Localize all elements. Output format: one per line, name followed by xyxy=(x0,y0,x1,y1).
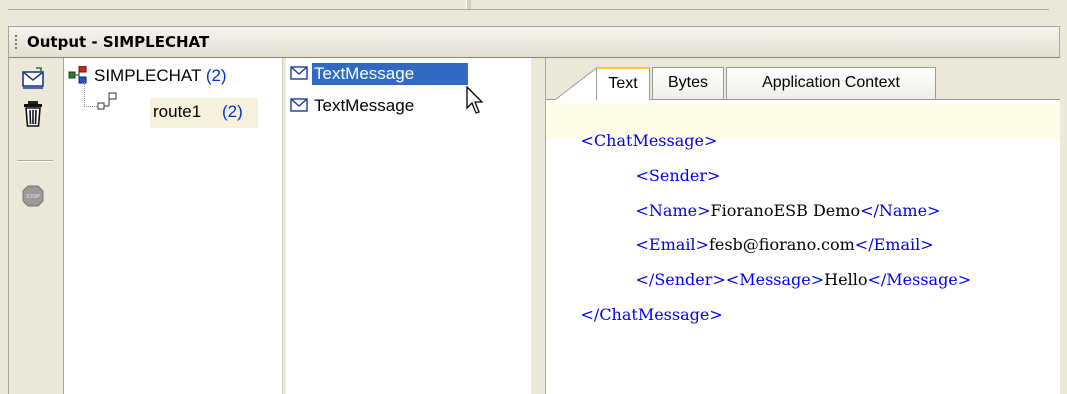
envelope-icon xyxy=(290,97,308,113)
toolbar-separator xyxy=(17,160,53,162)
envelope-icon xyxy=(290,65,308,81)
message-list: TextMessage TextMessage xyxy=(286,58,531,394)
tab-application-context[interactable]: Application Context xyxy=(726,67,936,99)
stop-icon[interactable]: STOP xyxy=(21,184,45,208)
tree-child-label: route1 xyxy=(153,102,202,121)
xml-tag: <Message> xyxy=(725,270,825,289)
top-divider xyxy=(8,9,1049,10)
xml-viewer[interactable]: <ChatMessage> <Sender> <Name>FioranoESB … xyxy=(546,100,1060,394)
mouse-cursor-icon xyxy=(466,85,486,120)
message-content-pane: Text Bytes Application Context <ChatMess… xyxy=(546,58,1060,394)
message-list-item[interactable]: TextMessage xyxy=(286,60,531,90)
tab-text[interactable]: Text xyxy=(596,67,650,101)
application-node-icon xyxy=(68,65,88,88)
tree-root-count: (2) xyxy=(205,66,227,85)
message-list-item[interactable]: TextMessage xyxy=(286,92,531,122)
xml-text: Hello xyxy=(824,270,868,289)
top-strip xyxy=(0,0,1067,24)
send-message-icon[interactable] xyxy=(21,66,45,90)
tree-connector xyxy=(84,82,85,107)
message-label: TextMessage xyxy=(312,63,468,85)
window-title: Output - SIMPLECHAT xyxy=(27,33,210,51)
xml-tag: </Message> xyxy=(867,270,972,289)
splitter-handle[interactable] xyxy=(466,0,471,9)
tree-child-item[interactable]: route1 (2) xyxy=(150,98,258,128)
output-title-bar[interactable]: Output - SIMPLECHAT xyxy=(8,26,1060,58)
vertical-toolbar: STOP xyxy=(9,58,64,394)
tree-child-count: (2) xyxy=(222,102,243,121)
drag-grip-icon[interactable] xyxy=(15,35,17,51)
trash-icon[interactable] xyxy=(21,100,45,127)
tree-root-item[interactable]: SIMPLECHAT (2) xyxy=(94,66,227,86)
message-label: TextMessage xyxy=(314,96,415,115)
pane-splitter[interactable] xyxy=(531,58,546,394)
tab-bytes[interactable]: Bytes xyxy=(652,67,724,99)
tree-root-label: SIMPLECHAT xyxy=(94,66,202,85)
svg-text:STOP: STOP xyxy=(26,194,40,200)
tab-strip: Text Bytes Application Context xyxy=(546,58,1060,101)
xml-tag: </ChatMessage> xyxy=(580,305,723,324)
xml-line-6: </ChatMessage> xyxy=(550,286,723,343)
route-node-icon xyxy=(97,92,119,116)
